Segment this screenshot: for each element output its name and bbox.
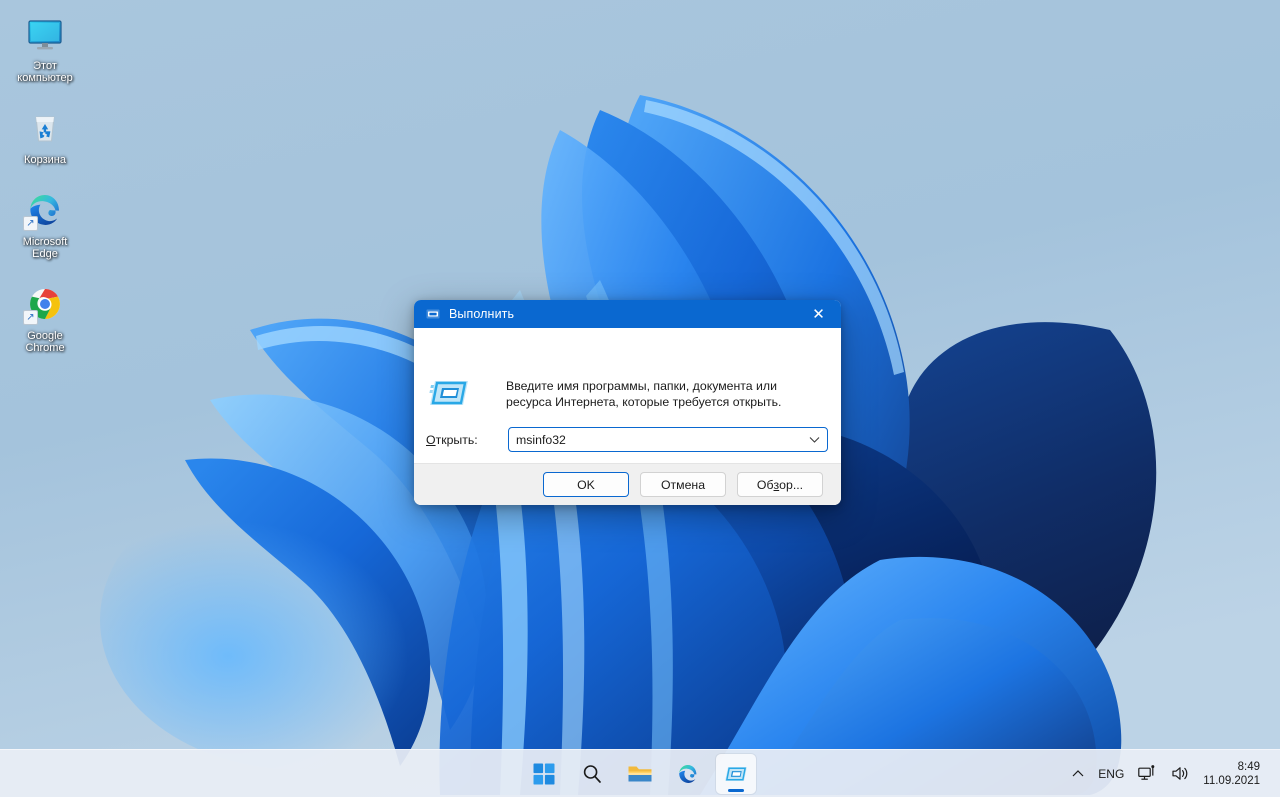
tray-overflow-button[interactable]	[1065, 750, 1091, 797]
edge-button[interactable]	[668, 754, 708, 794]
cancel-button[interactable]: Отмена	[640, 472, 726, 497]
browse-label-pre: Об	[756, 477, 774, 492]
desktop-icon-google-chrome[interactable]: ↗ Google Chrome	[7, 278, 83, 356]
search-icon	[583, 764, 601, 783]
run-icon	[725, 766, 747, 781]
recycle-bin-icon	[23, 106, 67, 150]
shortcut-overlay-icon: ↗	[23, 310, 38, 325]
microsoft-edge-icon	[679, 764, 697, 783]
desktop-icon-label: Этот компьютер	[17, 60, 73, 84]
search-button[interactable]	[572, 754, 612, 794]
taskbar: ENG 8:49 11.09.2021	[0, 749, 1280, 797]
windows-logo-icon	[533, 763, 555, 784]
dialog-title: Выполнить	[449, 307, 515, 321]
dialog-titlebar[interactable]: Выполнить ✕	[414, 300, 841, 328]
shortcut-overlay-icon: ↗	[23, 216, 38, 231]
open-input[interactable]	[509, 428, 797, 451]
volume-icon	[1172, 767, 1188, 780]
chevron-down-icon[interactable]	[809, 428, 820, 451]
folder-icon	[628, 766, 652, 781]
clock[interactable]: 8:49 11.09.2021	[1197, 750, 1270, 797]
close-icon[interactable]: ✕	[796, 300, 841, 328]
language-indicator[interactable]: ENG	[1091, 750, 1131, 797]
open-field-label: Открыть:	[426, 433, 508, 447]
ok-button[interactable]: OK	[543, 472, 629, 497]
desktop-icon-list: Этот компьютер Корзина ↗ Microsoft Edge …	[0, 8, 90, 372]
start-button[interactable]	[524, 754, 564, 794]
open-label-rest: ткрыть:	[435, 432, 478, 447]
open-combobox[interactable]	[508, 427, 828, 452]
network-button[interactable]	[1131, 750, 1164, 797]
active-indicator	[728, 788, 744, 792]
open-field-row: Открыть:	[426, 427, 828, 452]
desktop-icon-label: Google Chrome	[25, 330, 65, 354]
this-pc-icon	[23, 12, 67, 56]
volume-button[interactable]	[1164, 750, 1197, 797]
taskbar-center-group	[524, 750, 756, 797]
system-tray: ENG 8:49 11.09.2021	[1065, 750, 1280, 797]
browse-button[interactable]: Об з ор...	[737, 472, 823, 497]
file-explorer-button[interactable]	[620, 754, 660, 794]
desktop-icon-this-pc[interactable]: Этот компьютер	[7, 8, 83, 86]
desktop-icon-microsoft-edge[interactable]: ↗ Microsoft Edge	[7, 184, 83, 262]
clock-date: 11.09.2021	[1203, 774, 1260, 787]
desktop-icon-recycle-bin[interactable]: Корзина	[7, 102, 83, 168]
run-taskbar-button[interactable]	[716, 753, 756, 794]
dialog-footer: OK Отмена Об з ор...	[414, 463, 841, 505]
google-chrome-icon: ↗	[23, 282, 67, 326]
run-dialog: Выполнить ✕ Введите имя программы, папки…	[414, 300, 841, 505]
chevron-up-icon	[1072, 770, 1084, 777]
desktop-icon-label: Microsoft Edge	[22, 236, 68, 260]
dialog-body: Введите имя программы, папки, документа …	[414, 328, 841, 463]
run-icon	[426, 309, 440, 319]
dialog-prompt-text: Введите имя программы, папки, документа …	[506, 379, 782, 409]
microsoft-edge-icon: ↗	[23, 188, 67, 232]
clock-time: 8:49	[1237, 760, 1260, 773]
open-label-accel: О	[426, 432, 436, 447]
desktop-icon-label: Корзина	[24, 154, 66, 166]
browse-label-post: ор...	[779, 477, 804, 492]
network-icon	[1138, 765, 1155, 780]
run-icon	[429, 381, 468, 405]
